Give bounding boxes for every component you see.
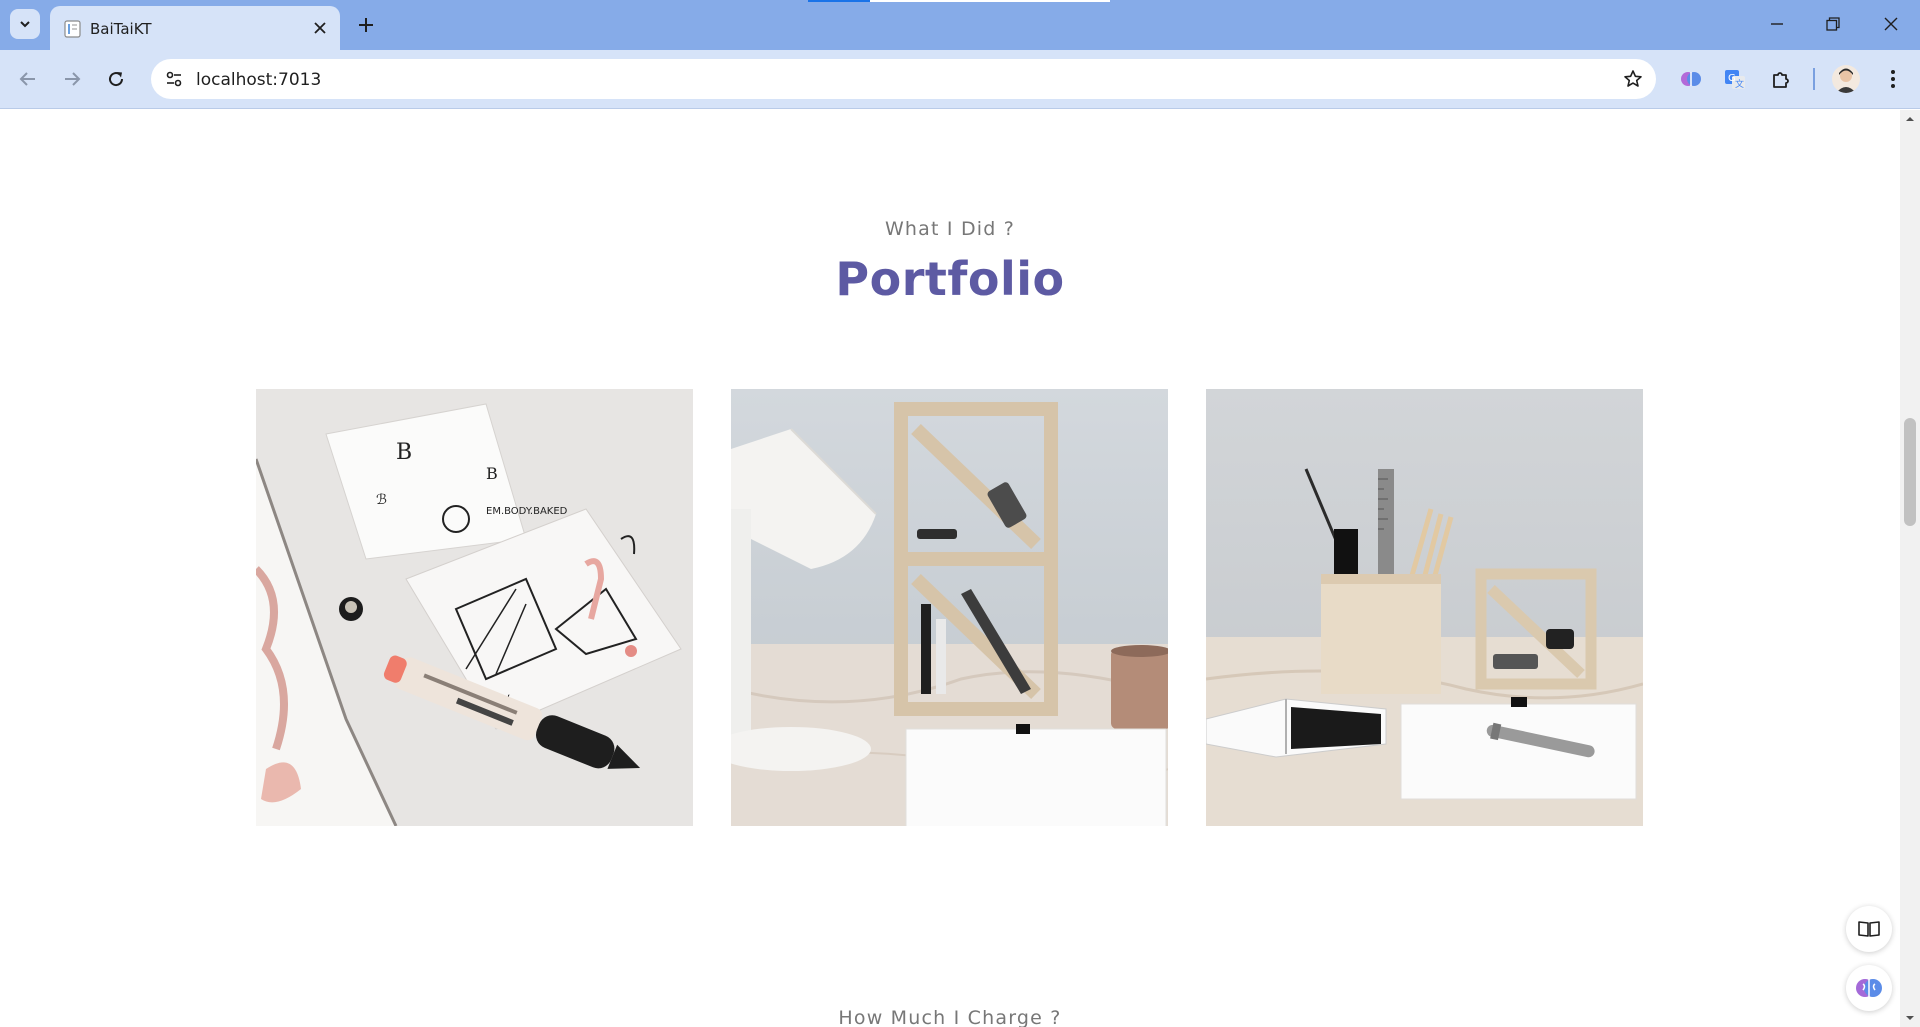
minimize-button[interactable] [1759,10,1795,38]
loading-indicator-track [870,0,1110,2]
translate-icon: G文 [1725,70,1745,90]
chevron-down-icon [20,21,30,28]
plus-icon [359,18,373,32]
page-viewport: What I Did ? Portfolio B B ℬ EM.BODY.BAK… [0,110,1900,1027]
avatar-icon [1836,68,1856,93]
browser-toolbar: localhost:7013 G文 [0,50,1920,109]
tab-close-button[interactable] [308,16,332,40]
svg-text:B: B [396,440,412,465]
tab-title: BaiTaiKT [90,20,152,38]
scrollbar-thumb[interactable] [1904,418,1916,526]
pricing-eyebrow: How Much I Charge ? [838,1007,1062,1027]
puzzle-icon [1773,72,1789,88]
brain-icon [1681,72,1701,86]
bookmark-button[interactable] [1620,66,1646,92]
portfolio-title: Portfolio [835,252,1065,306]
browser-menu-button[interactable] [1878,64,1908,94]
tab-strip: BaiTaiKT [0,0,1920,50]
toolbar-separator [1813,68,1815,90]
site-info-button[interactable] [161,66,187,92]
portfolio-item-sketches[interactable]: B B ℬ EM.BODY.BAKED BODY [256,389,693,826]
forward-button[interactable] [57,64,87,94]
portfolio-eyebrow: What I Did ? [884,218,1016,240]
assistant-button[interactable] [1846,965,1892,1011]
arrow-left-icon [19,72,35,86]
reload-button[interactable] [101,64,131,94]
address-bar[interactable]: localhost:7013 [151,59,1656,99]
svg-text:ℬ: ℬ [376,492,387,508]
tune-icon [166,71,182,87]
portfolio-item-desk-organizer[interactable] [1206,389,1643,826]
scroll-down-arrow-icon[interactable] [1905,1013,1915,1023]
profile-avatar[interactable] [1832,65,1860,93]
extensions-button[interactable] [1766,64,1796,94]
kebab-menu-icon [1891,70,1895,88]
active-tab[interactable]: BaiTaiKT [50,6,340,50]
restore-button[interactable] [1815,10,1851,38]
book-open-icon [1858,921,1880,937]
loading-indicator [808,0,870,2]
close-icon [314,22,326,34]
reader-mode-button[interactable] [1846,906,1892,952]
restore-icon [1826,17,1840,31]
close-window-button[interactable] [1873,10,1909,38]
minimize-icon [1771,23,1783,25]
portfolio-item-lamp-shelves[interactable] [731,389,1168,826]
new-tab-button[interactable] [352,11,380,39]
portfolio-image-desk-organizer [1206,389,1643,826]
page-scrollbar[interactable] [1900,110,1920,1027]
extension-brain-button[interactable] [1676,64,1706,94]
page-favicon-icon [64,20,81,38]
svg-text:文: 文 [1735,78,1744,90]
scroll-up-arrow-icon[interactable] [1905,114,1915,124]
svg-text:EM.BODY.BAKED: EM.BODY.BAKED [486,506,568,517]
close-icon [1884,17,1898,31]
arrow-right-icon [65,72,81,86]
extension-translate-button[interactable]: G文 [1720,64,1750,94]
url-text: localhost:7013 [196,70,322,90]
reload-icon [109,72,124,87]
svg-text:B: B [486,464,498,483]
brain-icon [1856,979,1882,997]
tab-list-button[interactable] [10,9,40,39]
back-button[interactable] [13,64,43,94]
portfolio-image-lamp-shelves [731,389,1168,826]
star-icon [1624,70,1642,87]
portfolio-image-sketches: B B ℬ EM.BODY.BAKED BODY [256,389,693,826]
